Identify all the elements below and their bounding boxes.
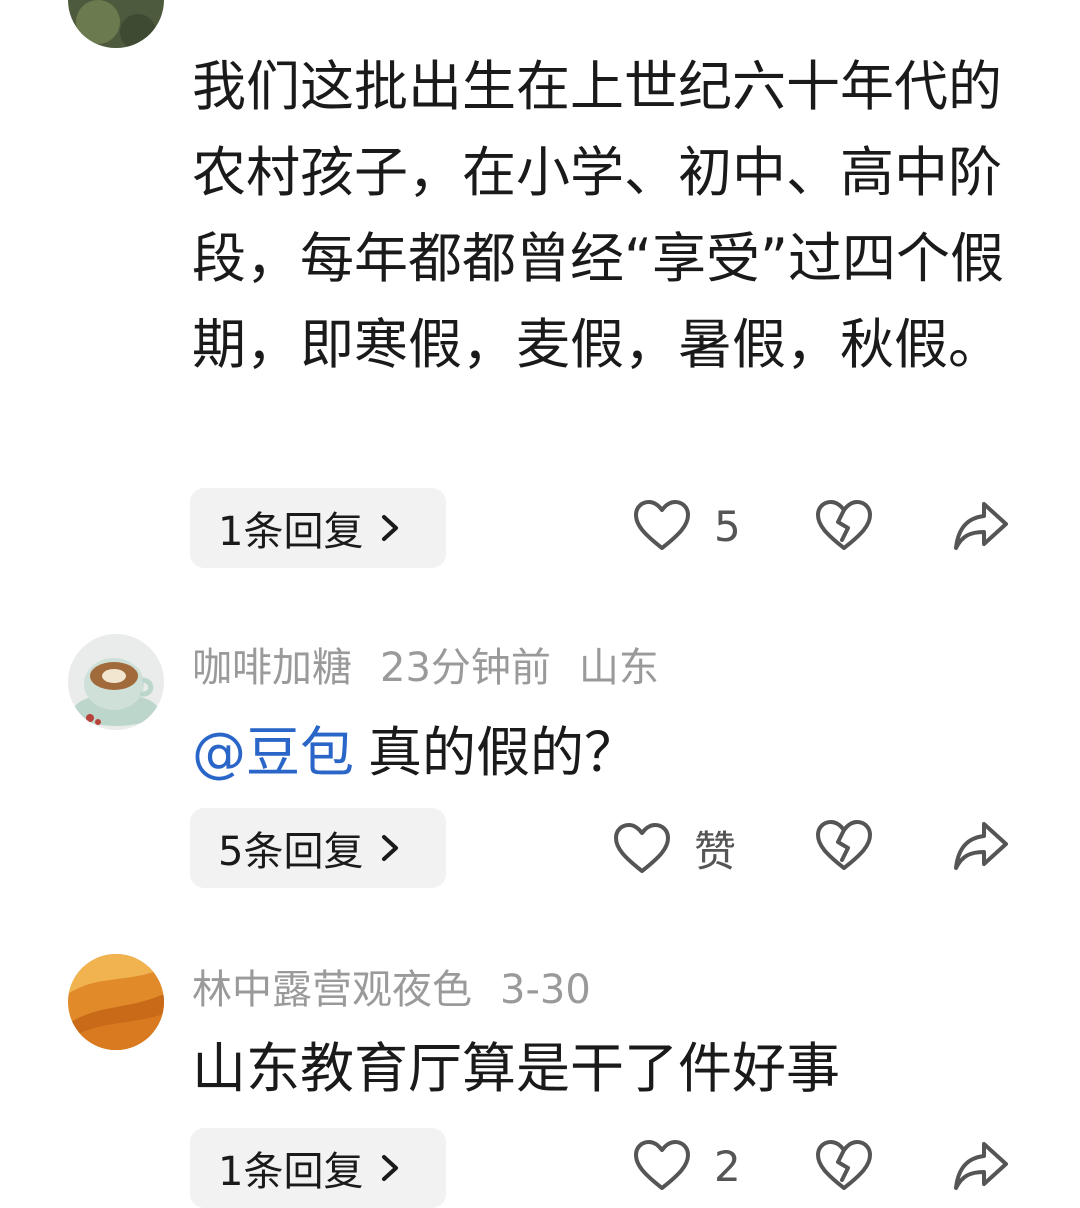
- dislike-broken-heart-icon: [816, 500, 872, 550]
- share-button[interactable]: [950, 1138, 1012, 1194]
- share-arrow-icon: [954, 1142, 1008, 1190]
- chevron-right-icon: [382, 835, 399, 861]
- comment-text: 山东教育厅算是干了件好事: [192, 1037, 840, 1100]
- dislike-button[interactable]: [814, 1138, 874, 1194]
- desert-dunes-avatar: [68, 954, 164, 1050]
- reply-count-label: 1条回复: [218, 509, 364, 555]
- comment-meta: 咖啡加糖 23分钟前 山东: [192, 640, 687, 696]
- like-count: 赞: [694, 827, 737, 876]
- reply-count-label: 1条回复: [218, 1149, 364, 1195]
- like-button[interactable]: 5: [632, 498, 741, 554]
- like-count: 2: [714, 1141, 741, 1191]
- comment-item: 林中露营观夜色 3-30 山东教育厅算是干了件好事 1条回复 2: [0, 954, 1080, 1208]
- avatar[interactable]: [68, 0, 164, 48]
- timestamp: 3-30: [500, 967, 591, 1013]
- comment-item: 我们这批出生在上世纪六十年代的农村孩子，在小学、初中、高中阶段，每年都都曾经“享…: [0, 0, 1080, 600]
- share-button[interactable]: [950, 818, 1012, 874]
- username[interactable]: 咖啡加糖: [192, 645, 352, 691]
- mention-link[interactable]: @豆包: [192, 721, 354, 784]
- comment-meta: 林中露营观夜色 3-30: [192, 962, 619, 1018]
- username[interactable]: 林中露营观夜色: [192, 967, 472, 1013]
- view-replies-button[interactable]: 5条回复: [190, 808, 446, 888]
- dislike-button[interactable]: [814, 498, 874, 554]
- like-heart-icon: [634, 500, 690, 550]
- chevron-right-icon: [382, 515, 399, 541]
- location: 山东: [578, 645, 659, 691]
- dislike-broken-heart-icon: [816, 820, 872, 870]
- chevron-right-icon: [382, 1155, 399, 1181]
- comment-body: 真的假的？: [368, 721, 638, 784]
- dislike-button[interactable]: [814, 818, 874, 874]
- comment-text: 我们这批出生在上世纪六十年代的农村孩子，在小学、初中、高中阶段，每年都都曾经“享…: [192, 55, 1004, 376]
- comment-item: 咖啡加糖 23分钟前 山东 @豆包 真的假的？ 5条回复 赞: [0, 634, 1080, 914]
- share-arrow-icon: [954, 502, 1008, 550]
- view-replies-button[interactable]: 1条回复: [190, 488, 446, 568]
- share-button[interactable]: [950, 498, 1012, 554]
- like-count: 5: [714, 501, 741, 551]
- timestamp: 23分钟前: [380, 645, 551, 691]
- like-heart-icon: [634, 1140, 690, 1190]
- share-arrow-icon: [954, 822, 1008, 870]
- like-button[interactable]: 赞: [612, 818, 736, 879]
- avatar[interactable]: [68, 634, 164, 730]
- view-replies-button[interactable]: 1条回复: [190, 1128, 446, 1208]
- dislike-broken-heart-icon: [816, 1140, 872, 1190]
- like-heart-icon: [614, 822, 670, 873]
- like-button[interactable]: 2: [632, 1138, 741, 1194]
- reply-count-label: 5条回复: [218, 829, 364, 875]
- comment-text: @豆包 真的假的？: [192, 710, 1032, 796]
- coffee-cup-avatar: [68, 634, 164, 730]
- avatar[interactable]: [68, 954, 164, 1050]
